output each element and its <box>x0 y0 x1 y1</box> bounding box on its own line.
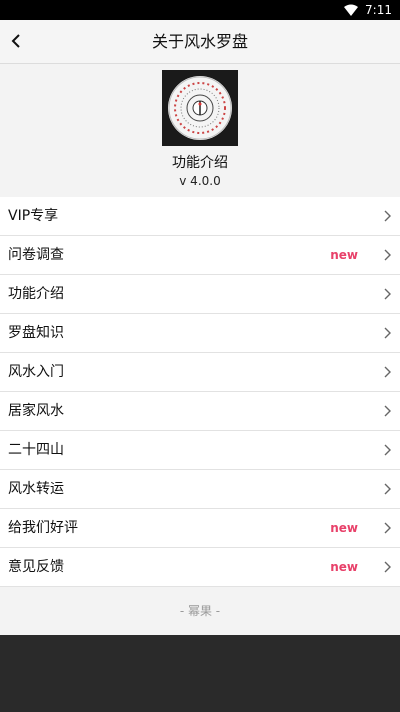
menu-item-label: 二十四山 <box>8 442 64 458</box>
wifi-icon <box>344 4 358 16</box>
menu-item-rate-us[interactable]: 给我们好评 new <box>0 509 400 548</box>
bottom-area <box>0 635 400 712</box>
about-section: 功能介绍 v 4.0.0 <box>0 64 400 198</box>
status-bar: 7:11 <box>0 0 400 20</box>
menu-item-24-mountains[interactable]: 二十四山 <box>0 431 400 470</box>
settings-menu: VIP专享 问卷调查 new 功能介绍 罗盘知识 风水入门 居家风水 二十四山 … <box>0 197 400 587</box>
menu-item-vip[interactable]: VIP专享 <box>0 197 400 236</box>
new-badge: new <box>330 560 358 574</box>
new-badge: new <box>330 521 358 535</box>
menu-item-label: 居家风水 <box>8 403 64 419</box>
menu-item-label: 给我们好评 <box>8 520 78 536</box>
menu-item-label: 罗盘知识 <box>8 325 64 341</box>
menu-item-label: 问卷调查 <box>8 247 64 263</box>
footer: - 幂果 - <box>0 587 400 635</box>
chevron-right-icon <box>384 327 391 339</box>
menu-item-label: 意见反馈 <box>8 559 64 575</box>
chevron-right-icon <box>384 405 391 417</box>
menu-item-luck[interactable]: 风水转运 <box>0 470 400 509</box>
chevron-right-icon <box>384 366 391 378</box>
app-version: v 4.0.0 <box>179 174 221 188</box>
menu-item-fengshui-intro[interactable]: 风水入门 <box>0 353 400 392</box>
compass-logo-icon <box>162 70 238 146</box>
menu-item-features[interactable]: 功能介绍 <box>0 275 400 314</box>
app-bar: 关于风水罗盘 <box>0 20 400 64</box>
menu-item-label: 功能介绍 <box>8 286 64 302</box>
chevron-right-icon <box>384 561 391 573</box>
menu-item-label: 风水入门 <box>8 364 64 380</box>
new-badge: new <box>330 248 358 262</box>
menu-item-feedback[interactable]: 意见反馈 new <box>0 548 400 587</box>
page-title: 关于风水罗盘 <box>151 32 248 51</box>
brand-text: - 幂果 - <box>179 604 221 618</box>
chevron-right-icon <box>384 210 391 222</box>
chevron-right-icon <box>384 288 391 300</box>
menu-item-survey[interactable]: 问卷调查 new <box>0 236 400 275</box>
chevron-right-icon <box>384 444 391 456</box>
menu-item-compass-knowledge[interactable]: 罗盘知识 <box>0 314 400 353</box>
menu-item-label: VIP专享 <box>8 208 59 224</box>
status-time: 7:11 <box>365 3 392 17</box>
chevron-right-icon <box>384 483 391 495</box>
menu-item-home-fengshui[interactable]: 居家风水 <box>0 392 400 431</box>
chevron-right-icon <box>384 249 391 261</box>
chevron-right-icon <box>384 522 391 534</box>
app-name: 功能介绍 <box>172 155 228 171</box>
menu-item-label: 风水转运 <box>8 481 64 497</box>
